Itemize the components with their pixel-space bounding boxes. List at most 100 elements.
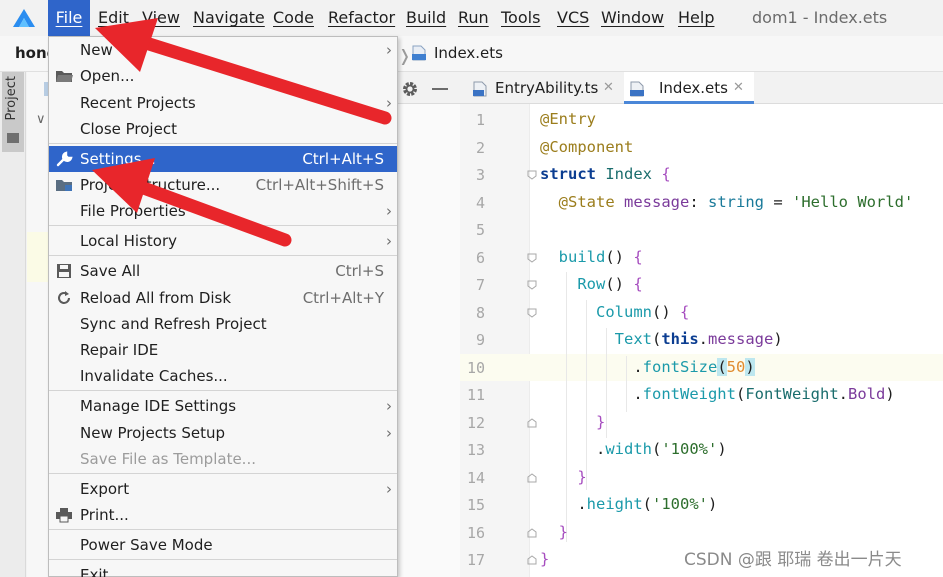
menu-item-label: Manage IDE Settings	[80, 397, 237, 415]
menu-item-label: New Projects Setup	[80, 424, 226, 442]
line-number: 3	[475, 166, 485, 184]
fold-icon[interactable]	[526, 472, 538, 484]
menu-item-sync-refresh[interactable]: Sync and Refresh Project	[49, 311, 397, 337]
tab-entryability[interactable]: EntryAbility.ts ✕	[467, 72, 621, 104]
menu-code[interactable]: Code	[273, 0, 314, 36]
menu-vcs[interactable]: VCS	[557, 0, 589, 36]
menu-view[interactable]: View	[142, 0, 180, 36]
menu-edit[interactable]: Edit	[98, 0, 129, 36]
menu-item-close-project[interactable]: Close Project	[49, 116, 397, 142]
code-line: build() {	[558, 248, 643, 266]
code-line: .width('100%')	[540, 440, 727, 458]
menu-run[interactable]: Run	[458, 0, 489, 36]
menu-item-local-history[interactable]: Local History ›	[49, 228, 397, 254]
menu-item-label: Export	[80, 480, 130, 498]
close-icon[interactable]: ✕	[603, 72, 614, 104]
code-line: Column() {	[596, 303, 690, 321]
tab-index[interactable]: Index.ets ✕	[624, 72, 754, 104]
menu-item-save-all[interactable]: Save All Ctrl+S	[49, 258, 397, 284]
code-line: }	[558, 523, 569, 541]
breadcrumb-file[interactable]: Index.ets	[434, 44, 503, 62]
code-line: @Entry	[540, 110, 596, 128]
line-number: 8	[475, 304, 485, 322]
line-number: 11	[466, 386, 485, 404]
menu-item-label: Open...	[80, 67, 135, 85]
menu-item-manage-ide-settings[interactable]: Manage IDE Settings ›	[49, 393, 397, 419]
line-number: 17	[466, 551, 485, 569]
code-line: struct Index {	[540, 165, 671, 183]
menu-build[interactable]: Build	[406, 0, 446, 36]
menu-item-label: Settings...	[80, 150, 156, 168]
fold-icon[interactable]	[526, 527, 538, 539]
ets-file-icon	[630, 81, 644, 97]
menu-item-settings[interactable]: Settings... Ctrl+Alt+S	[49, 146, 397, 172]
fold-icon[interactable]	[526, 554, 538, 566]
menu-item-label: Power Save Mode	[80, 536, 213, 554]
menu-item-print[interactable]: Print...	[49, 502, 397, 528]
menu-item-power-save-mode[interactable]: Power Save Mode	[49, 532, 397, 558]
menu-item-label: File Properties	[80, 202, 186, 220]
print-icon	[56, 508, 72, 523]
fold-icon[interactable]	[526, 169, 538, 181]
menu-file[interactable]: File	[48, 0, 90, 36]
menu-item-project-structure[interactable]: Project Structure... Ctrl+Alt+Shift+S	[49, 172, 397, 198]
menu-item-label: New	[80, 41, 113, 59]
menu-item-invalidate-caches[interactable]: Invalidate Caches...	[49, 363, 397, 389]
menu-item-label: Save File as Template...	[80, 450, 256, 468]
menu-item-recent-projects[interactable]: Recent Projects ›	[49, 90, 397, 116]
wrench-icon	[56, 151, 73, 167]
folder-icon	[56, 71, 73, 82]
code-line: .height('100%')	[540, 495, 718, 513]
menu-item-new-projects-setup[interactable]: New Projects Setup ›	[49, 420, 397, 446]
close-icon[interactable]: ✕	[733, 72, 744, 104]
deveco-logo-icon	[13, 9, 35, 27]
chevron-down-icon[interactable]: ∨	[36, 112, 46, 127]
minimize-icon[interactable]	[432, 88, 448, 90]
menu-item-label: Invalidate Caches...	[80, 367, 228, 385]
menu-help[interactable]: Help	[678, 0, 714, 36]
menu-item-label: Exit	[80, 566, 109, 577]
submenu-arrow-icon: ›	[386, 232, 392, 250]
menu-item-file-properties[interactable]: File Properties ›	[49, 198, 397, 224]
menu-item-label: Project Structure...	[80, 176, 221, 194]
menu-item-label: Local History	[80, 232, 178, 250]
line-number: 6	[475, 249, 485, 267]
code-line: Text(this.message)	[614, 330, 783, 348]
menu-item-shortcut: Ctrl+Alt+Y	[302, 289, 384, 307]
fold-icon[interactable]	[526, 307, 538, 319]
menu-item-label: Recent Projects	[80, 94, 196, 112]
project-tool-label: Project	[4, 76, 19, 121]
fold-icon[interactable]	[526, 417, 538, 429]
submenu-arrow-icon: ›	[386, 202, 392, 220]
fold-icon[interactable]	[526, 252, 538, 264]
menu-item-reload-all[interactable]: Reload All from Disk Ctrl+Alt+Y	[49, 285, 397, 311]
menu-item-label: Repair IDE	[80, 341, 159, 359]
menu-item-label: Save All	[80, 262, 141, 280]
menu-item-repair-ide[interactable]: Repair IDE	[49, 337, 397, 363]
menu-item-exit[interactable]: Exit	[49, 562, 397, 577]
menu-item-open[interactable]: Open...	[49, 63, 397, 89]
menu-item-shortcut: Ctrl+S	[335, 262, 384, 280]
code-line: @Component	[540, 138, 634, 156]
menu-refactor[interactable]: Refactor	[328, 0, 395, 36]
window-title: dom1 - Index.ets [entry]	[752, 8, 888, 63]
code-line: @State message: string = 'Hello World'	[558, 193, 914, 211]
menu-separator	[49, 255, 397, 256]
menu-navigate[interactable]: Navigate	[193, 0, 265, 36]
menu-item-save-as-template: Save File as Template...	[49, 446, 397, 472]
menu-item-export[interactable]: Export ›	[49, 476, 397, 502]
line-number: 12	[466, 414, 485, 432]
line-number: 4	[475, 194, 485, 212]
gear-icon[interactable]	[401, 80, 419, 98]
menu-window[interactable]: Window	[601, 0, 664, 36]
project-row-highlight	[27, 232, 49, 282]
fold-icon[interactable]	[526, 279, 538, 291]
menu-item-label: Sync and Refresh Project	[80, 315, 267, 333]
line-number: 13	[466, 441, 485, 459]
menu-tools[interactable]: Tools	[501, 0, 540, 36]
menu-item-shortcut: Ctrl+Alt+Shift+S	[255, 176, 384, 194]
menu-item-new[interactable]: New ›	[49, 37, 397, 63]
menu-separator	[49, 143, 397, 144]
line-number: 9	[475, 331, 485, 349]
code-line: }	[596, 413, 606, 431]
